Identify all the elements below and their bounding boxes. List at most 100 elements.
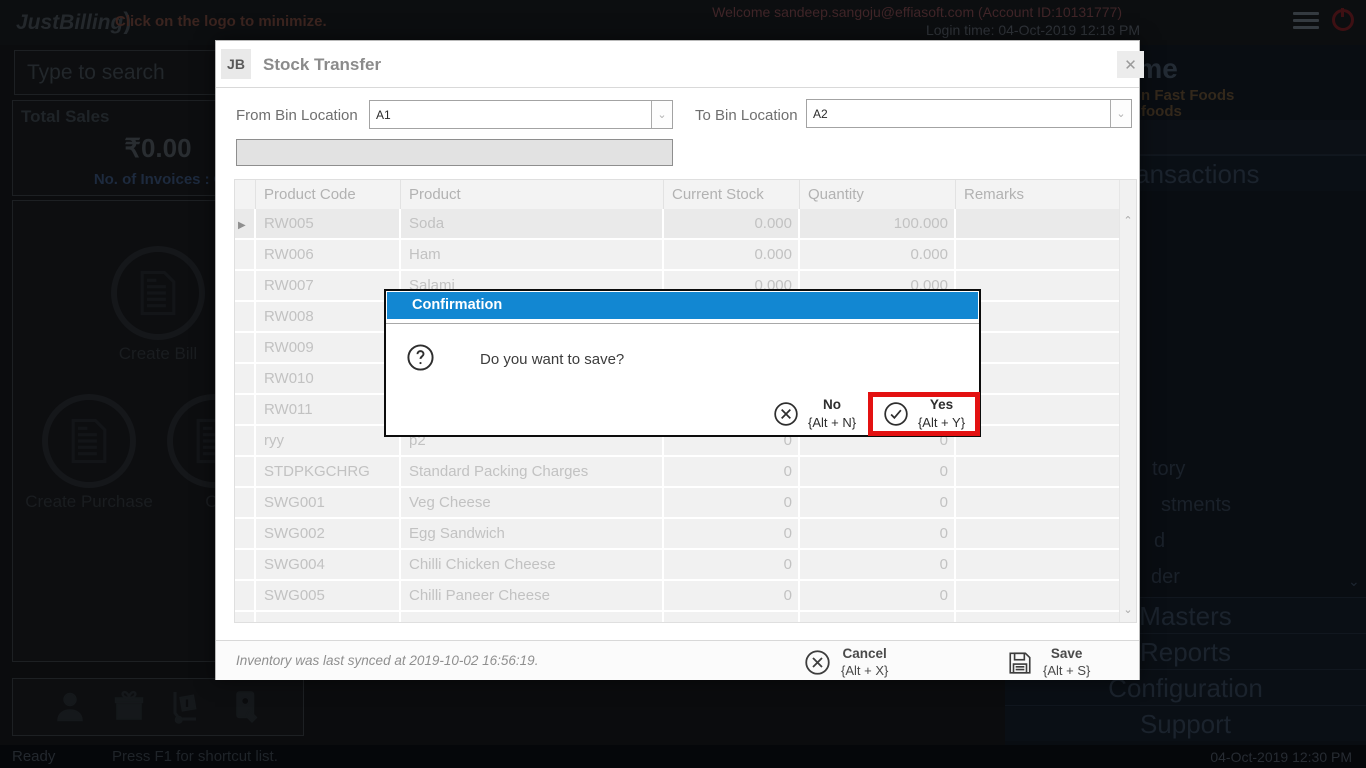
cell-quantity[interactable]: 0 — [800, 550, 956, 581]
mobile-payment-icon[interactable] — [228, 689, 264, 725]
cancel-button[interactable]: Cancel{Alt + X} — [804, 646, 888, 680]
cancel-label: Cancel — [843, 646, 887, 661]
cell-product-code[interactable]: STDPKGCHRG — [256, 457, 401, 488]
cell-product[interactable]: Egg Sandwich — [401, 519, 664, 550]
row-selector: ▶ — [235, 333, 256, 364]
dialog-title: Stock Transfer — [263, 55, 381, 75]
save-button[interactable]: Save{Alt + S} — [1007, 646, 1090, 680]
bill-document-icon — [139, 270, 177, 316]
cell-quantity[interactable]: 100.000 — [800, 209, 956, 240]
cell-product-code[interactable]: SWG002 — [256, 519, 401, 550]
cell-product[interactable]: Chilli Paneer Cheese — [401, 581, 664, 612]
chevron-down-icon[interactable]: ⌄ — [1110, 100, 1131, 127]
scroll-down-icon[interactable]: ⌄ — [1120, 603, 1136, 616]
question-icon — [406, 343, 435, 377]
table-row[interactable]: ▶ SWG004 Chilli Chicken Cheese 0 0 — [235, 550, 1136, 581]
cell-current-stock[interactable]: 0 — [664, 550, 800, 581]
submenu-fragment[interactable]: stments — [1161, 494, 1231, 517]
cell-current-stock[interactable]: 0 — [664, 519, 800, 550]
col-quantity[interactable]: Quantity — [800, 180, 956, 209]
table-row[interactable]: ▶ — [235, 612, 1136, 622]
cell-remarks[interactable] — [956, 519, 1119, 550]
customer-icon[interactable] — [52, 689, 88, 725]
power-icon[interactable] — [1332, 9, 1354, 31]
cell-quantity[interactable]: 0 — [800, 488, 956, 519]
row-selector: ▶ — [235, 395, 256, 426]
col-remarks[interactable]: Remarks — [956, 180, 1119, 209]
cell-current-stock[interactable]: 0 — [664, 581, 800, 612]
row-selector: ▶ — [235, 271, 256, 302]
cell-current-stock[interactable]: 0 — [664, 457, 800, 488]
col-current-stock[interactable]: Current Stock — [664, 180, 800, 209]
col-product-code[interactable]: Product Code — [256, 180, 401, 209]
cell-product-code[interactable]: RW010 — [256, 364, 401, 395]
cell-quantity[interactable] — [800, 612, 956, 622]
to-bin-select[interactable]: A2 ⌄ — [806, 99, 1132, 128]
row-selector: ▶ — [235, 550, 256, 581]
cell-remarks[interactable] — [956, 488, 1119, 519]
table-row[interactable]: ▶ RW005 Soda 0.000 100.000 — [235, 209, 1136, 240]
create-bill-button[interactable] — [111, 246, 205, 340]
table-row[interactable]: ▶ SWG005 Chilli Paneer Cheese 0 0 — [235, 581, 1136, 612]
cell-product[interactable] — [401, 612, 664, 622]
menu-icon[interactable] — [1293, 12, 1319, 33]
cell-quantity[interactable]: 0 — [800, 519, 956, 550]
cell-quantity[interactable]: 0 — [800, 457, 956, 488]
cell-remarks[interactable] — [956, 550, 1119, 581]
bottom-icons-panel — [12, 678, 304, 736]
cell-remarks[interactable] — [956, 209, 1119, 240]
save-floppy-icon — [1007, 650, 1033, 676]
table-row[interactable]: ▶ RW006 Ham 0.000 0.000 — [235, 240, 1136, 271]
stock-trolley-icon[interactable] — [169, 689, 205, 725]
vertical-scrollbar[interactable]: ⌃ ⌄ — [1119, 180, 1136, 622]
to-bin-value: A2 — [813, 107, 828, 121]
scroll-up-icon[interactable]: ⌃ — [1120, 214, 1136, 227]
table-row[interactable]: ▶ STDPKGCHRG Standard Packing Charges 0 … — [235, 457, 1136, 488]
cell-product[interactable]: Chilli Chicken Cheese — [401, 550, 664, 581]
cell-product[interactable]: Standard Packing Charges — [401, 457, 664, 488]
save-shortcut: {Alt + S} — [1043, 663, 1090, 678]
cell-current-stock[interactable]: 0.000 — [664, 209, 800, 240]
cell-remarks[interactable] — [956, 581, 1119, 612]
cell-product-code[interactable]: ryy — [256, 426, 401, 457]
current-row-icon: ▶ — [238, 220, 246, 231]
cell-product-code[interactable]: RW011 — [256, 395, 401, 426]
chevron-down-icon[interactable]: ⌄ — [1348, 573, 1360, 590]
cell-product[interactable]: Ham — [401, 240, 664, 271]
cell-product-code[interactable]: RW006 — [256, 240, 401, 271]
submenu-fragment[interactable]: d — [1154, 530, 1165, 553]
from-bin-select[interactable]: A1 ⌄ — [369, 100, 673, 129]
create-purchase-button[interactable] — [42, 394, 136, 488]
no-label: No — [823, 397, 841, 412]
cell-product[interactable]: Veg Cheese — [401, 488, 664, 519]
cell-product-code[interactable]: RW005 — [256, 209, 401, 240]
col-product[interactable]: Product — [401, 180, 664, 209]
cell-product-code[interactable]: SWG004 — [256, 550, 401, 581]
submenu-fragment[interactable]: tory — [1152, 458, 1185, 481]
cell-remarks[interactable] — [956, 240, 1119, 271]
cell-product-code[interactable] — [256, 612, 401, 622]
no-button[interactable]: No{Alt + N} — [773, 396, 856, 431]
cell-product-code[interactable]: SWG005 — [256, 581, 401, 612]
close-icon[interactable]: ✕ — [1117, 51, 1144, 78]
cell-product-code[interactable]: RW009 — [256, 333, 401, 364]
cell-product[interactable]: Soda — [401, 209, 664, 240]
cell-current-stock[interactable] — [664, 612, 800, 622]
cell-product-code[interactable]: RW007 — [256, 271, 401, 302]
cell-product-code[interactable]: RW008 — [256, 302, 401, 333]
gift-icon[interactable] — [111, 689, 147, 725]
table-row[interactable]: ▶ SWG001 Veg Cheese 0 0 — [235, 488, 1136, 519]
cell-remarks[interactable] — [956, 457, 1119, 488]
sidebar-item-support[interactable]: Support — [1005, 705, 1366, 741]
cell-current-stock[interactable]: 0.000 — [664, 240, 800, 271]
cell-quantity[interactable]: 0 — [800, 581, 956, 612]
cell-quantity[interactable]: 0.000 — [800, 240, 956, 271]
table-row[interactable]: ▶ SWG002 Egg Sandwich 0 0 — [235, 519, 1136, 550]
cell-remarks[interactable] — [956, 612, 1119, 622]
cell-current-stock[interactable]: 0 — [664, 488, 800, 519]
submenu-fragment[interactable]: der — [1151, 566, 1180, 589]
yes-button[interactable]: Yes{Alt + Y} — [868, 392, 980, 436]
cell-product-code[interactable]: SWG001 — [256, 488, 401, 519]
purchase-document-icon — [70, 418, 108, 464]
chevron-down-icon[interactable]: ⌄ — [651, 101, 672, 128]
